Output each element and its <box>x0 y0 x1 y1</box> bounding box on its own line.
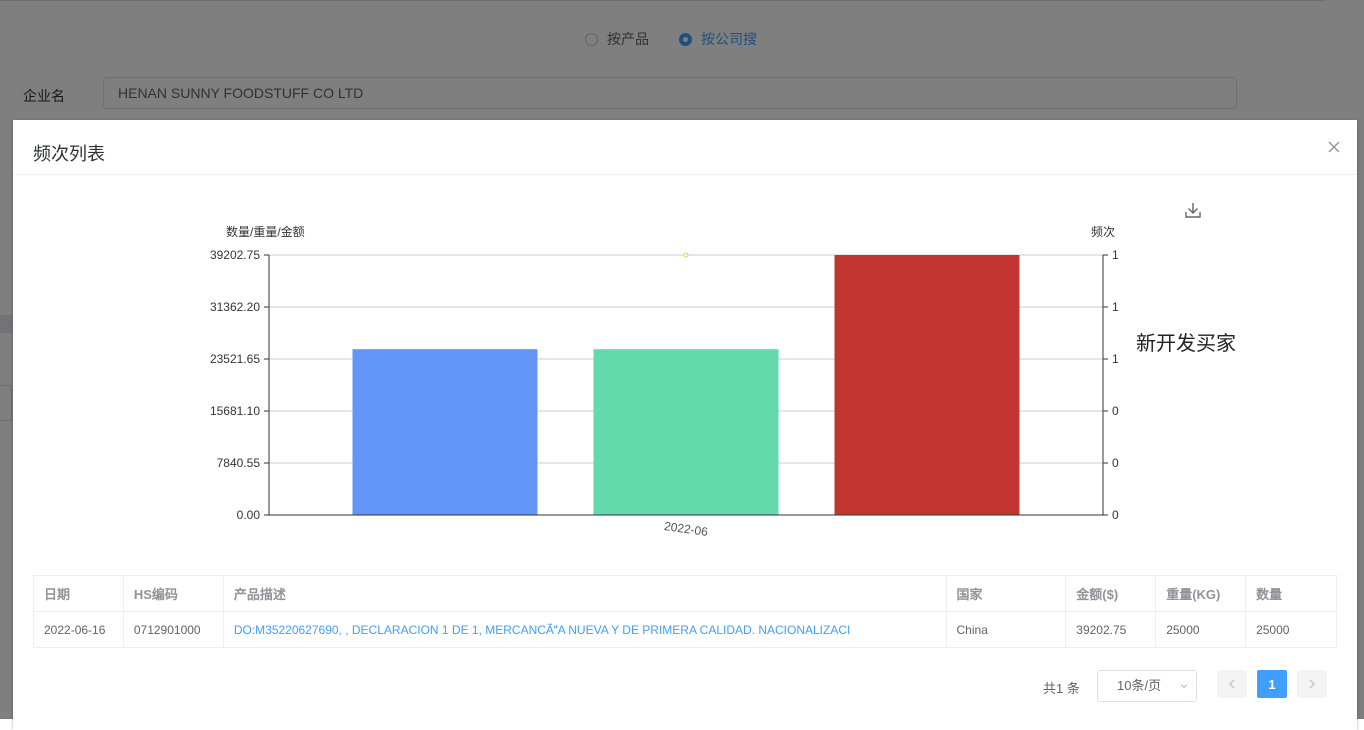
cell-date: 2022-06-16 <box>33 611 124 648</box>
cell-country: China <box>945 611 1067 648</box>
right-tick-label: 0 <box>1112 456 1119 470</box>
chevron-down-icon <box>1180 684 1188 689</box>
right-tick-label: 1 <box>1112 248 1119 262</box>
right-tick-label: 0 <box>1112 404 1119 418</box>
left-tick-label: 7840.55 <box>217 456 261 470</box>
col-quantity: 数量 <box>1245 575 1337 612</box>
table-header-row: 日期 HS编码 产品描述 国家 金额($) 重量(KG) 数量 <box>33 575 1337 612</box>
pagination-total: 共1 条 <box>1043 681 1080 696</box>
chevron-right-icon <box>1309 679 1315 689</box>
frequency-table: 日期 HS编码 产品描述 国家 金额($) 重量(KG) 数量 2022-06-… <box>33 575 1337 648</box>
prev-page-button[interactable] <box>1217 670 1247 698</box>
col-country: 国家 <box>945 575 1067 612</box>
next-page-button[interactable] <box>1297 670 1327 698</box>
cell-quantity: 25000 <box>1245 611 1337 648</box>
col-date: 日期 <box>33 575 124 612</box>
left-tick-label: 23521.65 <box>210 352 260 366</box>
pagination: 共1 条 10条/页 1 <box>13 670 1357 702</box>
cell-product-desc-link[interactable]: DO:M35220627690, , DECLARACION 1 DE 1, M… <box>222 611 947 648</box>
col-amount: 金额($) <box>1065 575 1157 612</box>
bar <box>834 255 1020 515</box>
col-product-desc: 产品描述 <box>222 575 947 612</box>
col-hs-code: HS编码 <box>122 575 224 612</box>
page-size-select[interactable]: 10条/页 <box>1097 670 1197 702</box>
bar <box>593 349 779 515</box>
legend-new-buyer[interactable]: 新开发买家 <box>1136 327 1236 356</box>
y2-axis-label: 频次 <box>1091 225 1115 239</box>
line-point <box>683 252 689 258</box>
right-tick-label: 0 <box>1112 508 1119 522</box>
table-row[interactable]: 2022-06-16 0712901000 DO:M35220627690, ,… <box>33 611 1337 648</box>
page-number-button[interactable]: 1 <box>1257 670 1287 698</box>
close-icon[interactable] <box>1327 140 1341 154</box>
col-weight: 重量(KG) <box>1155 575 1247 612</box>
left-tick-label: 15681.10 <box>210 404 260 418</box>
chevron-left-icon <box>1229 679 1235 689</box>
cell-amount: 39202.75 <box>1065 611 1157 648</box>
y-axis-label: 数量/重量/金额 <box>226 224 305 239</box>
right-tick-label: 1 <box>1112 352 1119 366</box>
cell-weight: 25000 <box>1155 611 1247 648</box>
frequency-dialog: 频次列表 39202.75 1 31362.20 1 23521.65 1 15681.10… <box>13 120 1357 730</box>
frequency-chart: 39202.75 1 31362.20 1 23521.65 1 15681.10 0 7840… <box>210 224 1119 539</box>
dialog-header: 频次列表 <box>13 120 1357 175</box>
page-size-value: 10条/页 <box>1117 678 1162 693</box>
right-tick-label: 1 <box>1112 300 1119 314</box>
left-tick-label: 0.00 <box>237 508 261 522</box>
bar <box>352 349 538 515</box>
cell-hs-code: 0712901000 <box>122 611 224 648</box>
left-tick-label: 39202.75 <box>210 248 260 262</box>
dialog-title: 频次列表 <box>33 144 105 164</box>
x-tick-label: 2022-06 <box>663 519 709 539</box>
left-tick-label: 31362.20 <box>210 300 260 314</box>
